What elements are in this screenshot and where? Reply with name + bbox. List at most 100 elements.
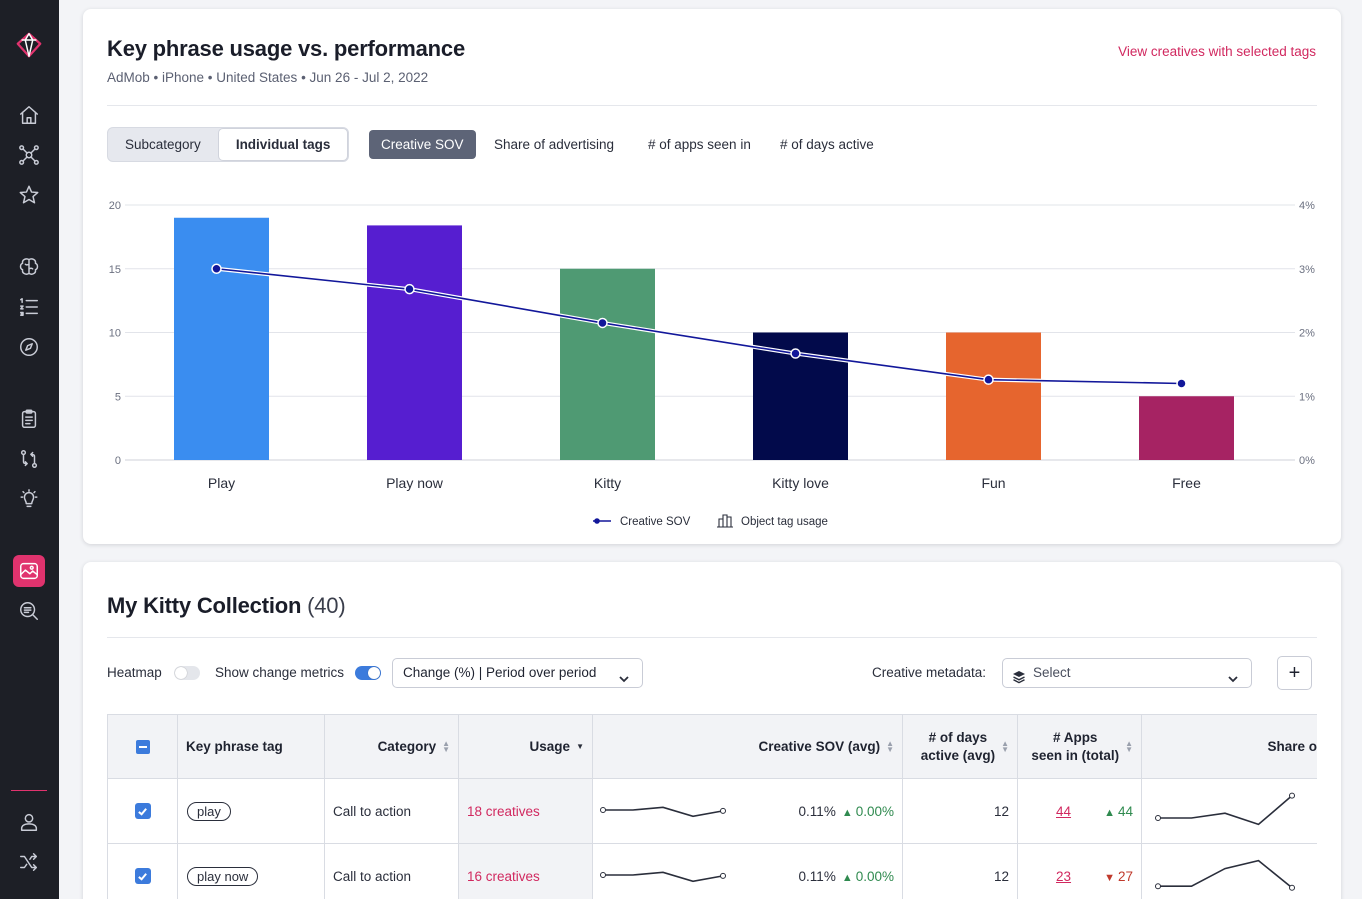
add-column-button[interactable]: + — [1277, 656, 1312, 690]
category-value: Call to action — [333, 803, 412, 819]
bar-play — [174, 217, 269, 460]
sov-value: 0.11% — [798, 803, 836, 819]
tag-pill[interactable]: play now — [187, 866, 259, 886]
header-label: Usage — [529, 739, 571, 754]
header-days-active[interactable]: # of days active (avg) ▲ ▼ — [903, 715, 1018, 779]
legend-creative-sov: Creative SOV — [620, 516, 691, 528]
tag-pill[interactable]: play — [187, 801, 231, 821]
change-type-select[interactable]: Change (%) | Period over period — [392, 658, 643, 688]
home-icon[interactable] — [13, 99, 45, 131]
sov-cell: 0.11% ▲ 0.00% — [593, 844, 903, 899]
header-label: # of days active (avg) — [921, 729, 995, 765]
user-icon[interactable] — [13, 806, 45, 838]
apps-link[interactable]: 23 — [1056, 869, 1071, 884]
shuffle-icon[interactable] — [13, 846, 45, 878]
search-text-icon[interactable] — [13, 595, 45, 627]
usage-link[interactable]: 16 creatives — [467, 869, 540, 884]
sov-change: ▲ 0.00% — [841, 803, 894, 819]
view-creatives-link[interactable]: View creatives with selected tags — [1118, 44, 1316, 59]
creative-metadata-label: Creative metadata: — [872, 665, 987, 680]
category-cell: Call to action — [325, 779, 459, 844]
metric-creative-sov[interactable]: Creative SOV — [369, 130, 476, 159]
lightbulb-icon[interactable] — [13, 483, 45, 515]
sort-icon: ▲ ▼ — [886, 738, 894, 754]
apps-link[interactable]: 44 — [1056, 804, 1071, 819]
subcategory-option[interactable]: Subcategory — [108, 128, 218, 161]
share-cell — [1142, 779, 1317, 844]
metric-share-of-advertising[interactable]: Share of advertising — [494, 130, 614, 159]
bar-free — [1139, 396, 1234, 460]
change-metrics-label: Show change metrics — [215, 665, 345, 680]
sov-point — [211, 263, 222, 274]
collection-count: (40) — [307, 593, 346, 618]
header-apps-seen-in[interactable]: # Apps seen in (total) ▲ ▼ — [1018, 715, 1142, 779]
header-label: Creative SOV (avg) — [758, 739, 881, 754]
metric-days-active[interactable]: # of days active — [780, 130, 874, 159]
header-usage[interactable]: Usage ▼ — [459, 715, 593, 779]
network-icon[interactable] — [13, 139, 45, 171]
header-label: Key phrase tag — [186, 739, 283, 754]
header-category[interactable]: Category ▲ ▼ — [325, 715, 459, 779]
row-checkbox[interactable] — [134, 868, 151, 884]
usage-link[interactable]: 18 creatives — [467, 804, 540, 819]
days-cell: 12 — [903, 844, 1018, 899]
clipboard-icon[interactable] — [13, 403, 45, 435]
apps-cell: 44 ▲ 44 — [1018, 779, 1142, 844]
metric-apps-seen-in[interactable]: # of apps seen in — [648, 130, 751, 159]
image-icon[interactable] — [13, 555, 45, 587]
header-key-phrase-tag[interactable]: Key phrase tag — [178, 715, 325, 779]
y-right-tick-label: 4% — [1299, 200, 1315, 212]
legend-object-tag-usage: Object tag usage — [741, 516, 828, 528]
sort-icon: ▲ ▼ — [1125, 738, 1133, 754]
row-select-cell — [108, 844, 178, 899]
sidebar — [0, 0, 59, 899]
creative-metadata-select[interactable]: Select — [1002, 658, 1252, 688]
header-label: # Apps seen in (total) — [1031, 729, 1119, 765]
sov-sparkline — [599, 797, 727, 826]
header-label: Share o — [1267, 739, 1317, 754]
share-sparkline — [1154, 790, 1296, 833]
header-share-of-advertising[interactable]: Share o — [1142, 715, 1317, 779]
sov-change: ▲ 0.00% — [841, 868, 894, 884]
bar-play-now — [367, 225, 462, 460]
tags-table: Key phrase tag Category ▲ ▼ Usage ▼ Creativ… — [107, 714, 1317, 899]
row-select-cell — [108, 779, 178, 844]
star-icon[interactable] — [13, 179, 45, 211]
days-value: 12 — [993, 868, 1009, 884]
apps-change: ▼ 27 — [1104, 868, 1133, 884]
y-right-tick-label: 0% — [1299, 455, 1315, 467]
collection-name: My Kitty Collection — [107, 593, 302, 618]
header-creative-sov[interactable]: Creative SOV (avg) ▲ ▼ — [593, 715, 903, 779]
bar-chart-icon — [717, 514, 733, 528]
y-right-tick-label: 1% — [1299, 391, 1315, 403]
row-checkbox[interactable] — [134, 803, 151, 819]
compare-icon[interactable] — [13, 443, 45, 475]
logo-icon[interactable] — [13, 29, 45, 61]
sov-point — [1176, 378, 1187, 389]
divider — [107, 637, 1317, 638]
select-all-header — [108, 715, 178, 779]
divider — [107, 105, 1317, 106]
toggle-knob — [368, 667, 380, 679]
x-tick-label: Kitty love — [772, 475, 829, 491]
sort-icon: ▲ ▼ — [442, 738, 450, 754]
sidebar-divider — [11, 790, 47, 791]
select-all-checkbox[interactable] — [135, 739, 150, 754]
y-left-tick-label: 10 — [109, 328, 121, 340]
days-value: 12 — [993, 803, 1009, 819]
sov-value: 0.11% — [798, 868, 836, 884]
x-tick-label: Kitty — [594, 475, 621, 491]
brain-icon[interactable] — [13, 251, 45, 283]
x-tick-label: Fun — [981, 475, 1005, 491]
change-metrics-toggle[interactable] — [355, 666, 381, 680]
individual-tags-option[interactable]: Individual tags — [217, 128, 349, 161]
compass-icon[interactable] — [13, 331, 45, 363]
heatmap-toggle[interactable] — [174, 666, 200, 680]
bar-kitty — [560, 268, 655, 460]
header-label-line: active (avg) — [920, 747, 996, 763]
ordered-list-icon[interactable] — [13, 291, 45, 323]
sort-desc-icon: ▼ — [576, 741, 584, 751]
usage-cell: 18 creatives — [459, 779, 593, 844]
layers-icon — [1012, 666, 1026, 684]
share-sparkline — [1154, 855, 1296, 898]
